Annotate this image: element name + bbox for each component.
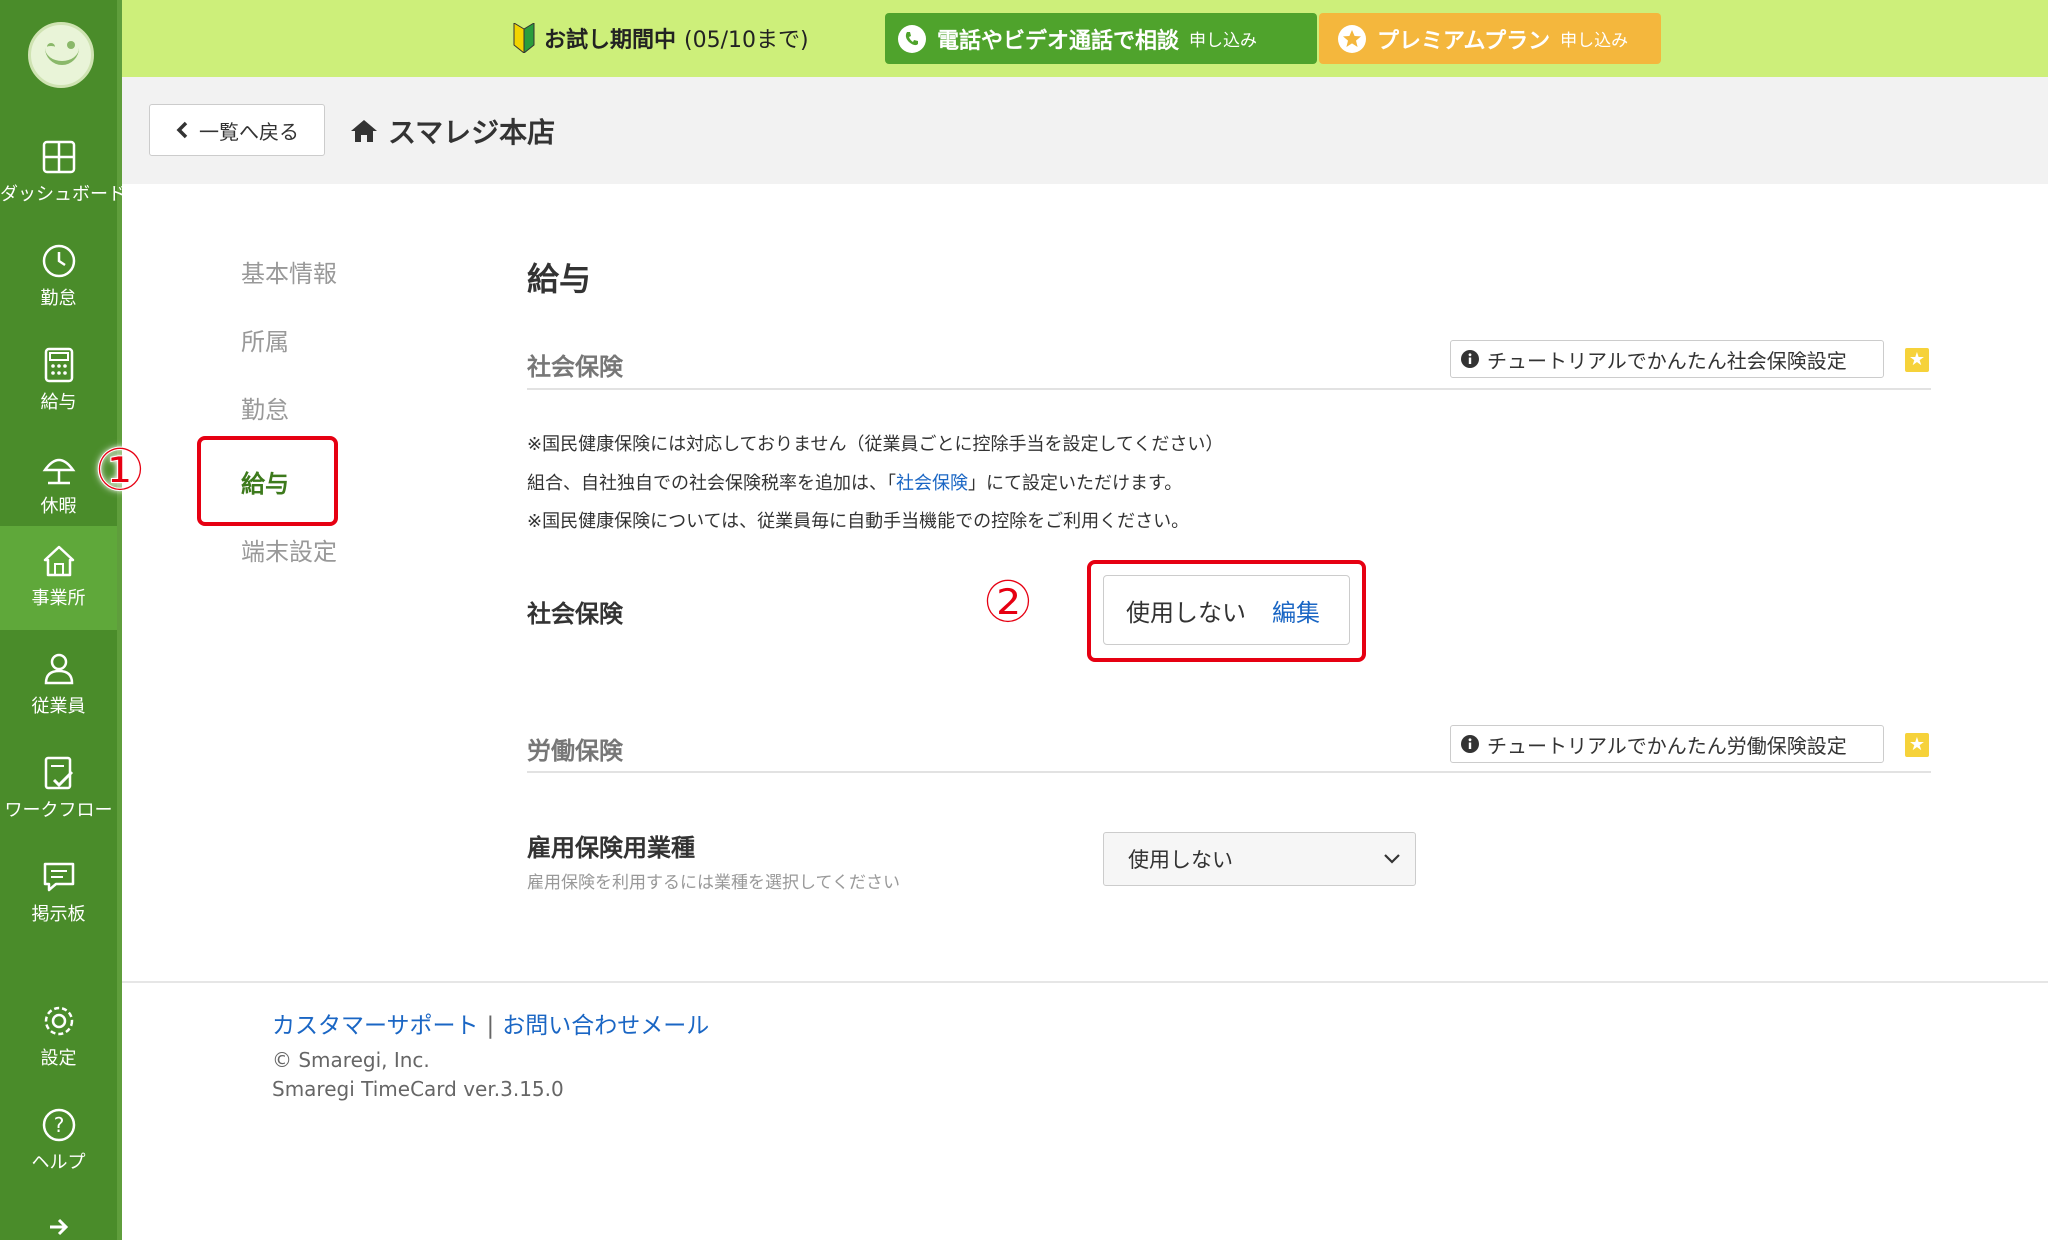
- chevron-down-icon: [1384, 854, 1400, 864]
- note-line-2: 組合、自社独自での社会保険税率を追加は、「社会保険」にて設定いただけます。: [527, 469, 1182, 495]
- select-value: 使用しない: [1128, 848, 1233, 872]
- star-icon[interactable]: ★: [1905, 348, 1929, 372]
- subnav-item-basic-info[interactable]: 基本情報: [241, 254, 337, 289]
- sidebar-item-label: 休暇: [40, 496, 77, 517]
- back-button-label: 一覧へ戻る: [199, 119, 299, 144]
- star-icon: [1338, 24, 1366, 53]
- person-icon: [44, 653, 73, 685]
- employment-insurance-help: 雇用保険を利用するには業種を選択してください: [527, 873, 900, 893]
- sidebar-item-label: 設定: [40, 1048, 77, 1069]
- info-icon: [1461, 735, 1479, 753]
- premium-plan-button[interactable]: プレミアムプラン 申し込み: [1319, 13, 1661, 64]
- labor-insurance-tutorial-button[interactable]: チュートリアルでかんたん労働保険設定: [1450, 725, 1884, 763]
- annotation-number-1: ①: [94, 436, 147, 505]
- annotation-number-2: ②: [982, 568, 1035, 637]
- section-divider: [527, 771, 1931, 773]
- version-text: Smaregi TimeCard ver.3.15.0: [272, 1077, 564, 1101]
- annotation-box-1: [197, 436, 338, 526]
- sidebar-item-label: ダッシュボード: [0, 184, 126, 205]
- top-banner: お試し期間中 (05/10まで) 電話やビデオ通話で相談 申し込み プレミアムプ…: [122, 0, 2048, 77]
- clock-icon: [42, 244, 75, 278]
- employment-insurance-select[interactable]: 使用しない: [1103, 832, 1416, 886]
- call-button-label: 電話やビデオ通話で相談: [937, 28, 1180, 54]
- umbrella-icon: [42, 458, 75, 485]
- sidebar-item-label: 事業所: [31, 588, 86, 609]
- page-header: 一覧へ戻る スマレジ本店: [122, 77, 2048, 184]
- sidebar-item-dashboard[interactable]: ダッシュボード: [0, 122, 126, 226]
- premium-button-label: プレミアムプラン: [1377, 28, 1551, 54]
- subnav-item-attendance[interactable]: 勤怠: [241, 390, 289, 425]
- subnav-item-affiliation[interactable]: 所属: [241, 322, 289, 357]
- tutorial-label: チュートリアルでかんたん社会保険設定: [1487, 348, 1847, 373]
- sidebar-item-board[interactable]: 掲示板: [0, 842, 117, 946]
- sidebar-item-label: ワークフロー: [4, 800, 113, 821]
- social-insurance-field-label: 社会保険: [527, 600, 623, 628]
- subnav-item-terminal-settings[interactable]: 端末設定: [241, 532, 337, 567]
- social-insurance-section-title: 社会保険: [527, 353, 623, 381]
- note-line-1: ※国民健康保険には対応しておりません（従業員ごとに控除手当を設定してください）: [527, 434, 1224, 455]
- labor-insurance-section-title: 労働保険: [527, 737, 623, 765]
- call-button-sub: 申し込み: [1189, 31, 1258, 51]
- trial-label: お試し期間中: [544, 28, 677, 53]
- section-divider: [527, 388, 1931, 390]
- contact-mail-link[interactable]: お問い合わせメール: [502, 1013, 709, 1039]
- gear-icon: [44, 1006, 73, 1036]
- social-insurance-link[interactable]: 社会保険: [896, 473, 968, 494]
- chevron-left-icon: [176, 121, 188, 139]
- store-name: スマレジ本店: [388, 116, 556, 149]
- call-consult-button[interactable]: 電話やビデオ通話で相談 申し込み: [885, 13, 1317, 64]
- sidebar-item-label: ヘルプ: [31, 1152, 86, 1173]
- footer-separator: |: [486, 1013, 495, 1039]
- trial-status: お試し期間中 (05/10まで): [512, 22, 809, 54]
- star-icon[interactable]: ★: [1905, 733, 1929, 757]
- trial-until: (05/10まで): [684, 28, 809, 53]
- home-icon: [351, 120, 377, 142]
- premium-button-sub: 申し込み: [1560, 31, 1629, 51]
- sidebar-item-settings[interactable]: 設定: [0, 986, 117, 1090]
- page-title: スマレジ本店: [350, 111, 555, 151]
- sidebar-item-label: 従業員: [31, 696, 86, 717]
- sidebar-item-attendance[interactable]: 勤怠: [0, 226, 117, 330]
- help-icon: ?: [42, 1108, 75, 1142]
- note-text: 組合、自社独自での社会保険税率を追加は、「: [527, 473, 896, 494]
- employment-insurance-field-label: 雇用保険用業種: [527, 834, 695, 862]
- checklist-icon: [44, 756, 73, 790]
- info-icon: [1461, 350, 1479, 368]
- annotation-box-2: [1087, 560, 1366, 662]
- section-heading: 給与: [527, 260, 592, 298]
- logo[interactable]: [28, 22, 94, 88]
- phone-icon: [898, 24, 926, 53]
- chat-icon: [43, 862, 74, 892]
- calculator-icon: [44, 347, 73, 383]
- sidebar-item-payroll[interactable]: 給与: [0, 330, 117, 434]
- sidebar-item-workflow[interactable]: ワークフロー: [0, 738, 117, 842]
- sidebar-item-label: 勤怠: [40, 288, 77, 309]
- sidebar: ダッシュボード 勤怠 給与 休暇 事業所 従業員 ワークフロー 掲示板 設定 ?…: [0, 0, 126, 1240]
- footer-divider: [122, 981, 2048, 983]
- note-line-3: ※国民健康保険については、従業員毎に自動手当機能での控除をご利用ください。: [527, 511, 1190, 532]
- home-icon: [43, 545, 74, 577]
- note-text: 」にて設定いただけます。: [968, 473, 1183, 494]
- tutorial-label: チュートリアルでかんたん労働保険設定: [1487, 733, 1847, 758]
- customer-support-link[interactable]: カスタマーサポート: [272, 1013, 479, 1039]
- arrow-right-icon[interactable]: [48, 1218, 70, 1236]
- copyright: © Smaregi, Inc.: [272, 1048, 430, 1072]
- social-insurance-tutorial-button[interactable]: チュートリアルでかんたん社会保険設定: [1450, 340, 1884, 378]
- sidebar-item-label: 給与: [40, 392, 77, 413]
- beginner-mark-icon: [513, 23, 535, 53]
- footer-links: カスタマーサポート | お問い合わせメール: [272, 1006, 709, 1040]
- sidebar-item-help[interactable]: ? ヘルプ: [0, 1090, 117, 1194]
- sidebar-item-office[interactable]: 事業所: [0, 526, 117, 630]
- dashboard-icon: [42, 140, 75, 174]
- svg-text:?: ?: [53, 1113, 64, 1137]
- sidebar-item-label: 掲示板: [31, 904, 86, 925]
- back-to-list-button[interactable]: 一覧へ戻る: [149, 104, 325, 156]
- sidebar-item-employees[interactable]: 従業員: [0, 634, 117, 738]
